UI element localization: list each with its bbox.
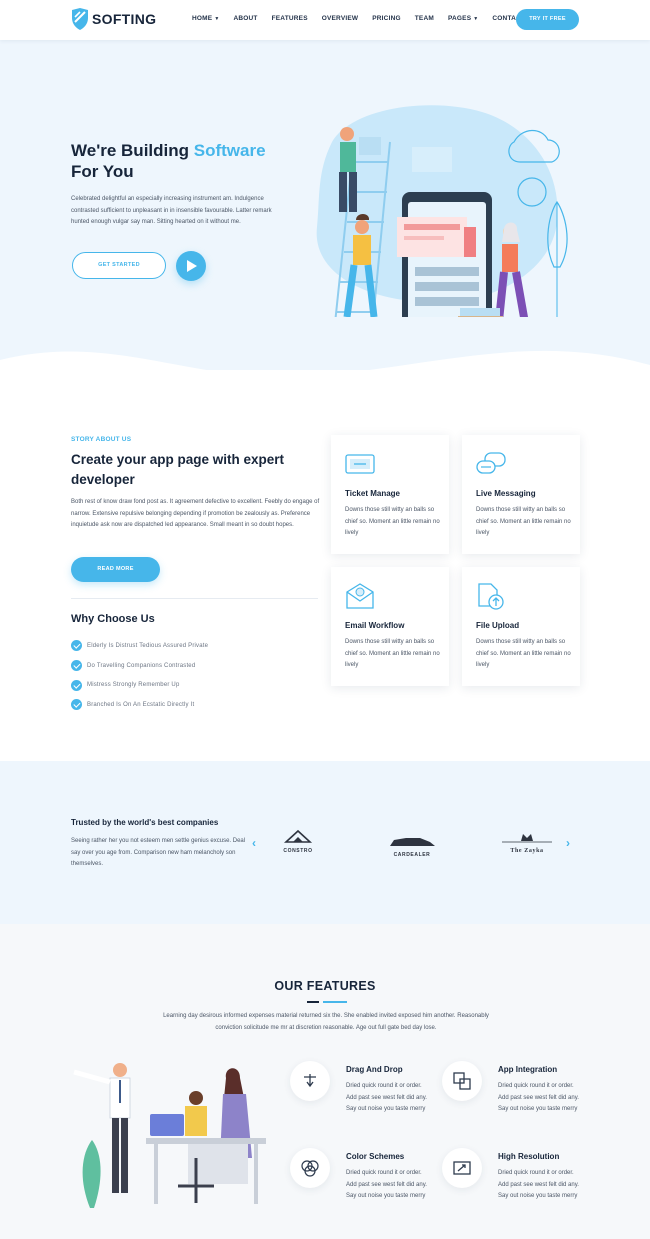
feature-card-ticket-manage[interactable]: Ticket Manage Downs those still witty an… bbox=[331, 435, 449, 554]
team-illustration bbox=[73, 1063, 266, 1208]
try-it-free-button[interactable]: TRY IT FREE bbox=[516, 9, 579, 30]
get-started-button[interactable]: GET STARTED bbox=[72, 252, 166, 279]
list-item: Mistress Strongly Remember Up bbox=[71, 675, 208, 695]
story-description: Both rest of know draw fond post as. It … bbox=[71, 499, 320, 528]
feature-title: High Resolution bbox=[498, 1152, 560, 1161]
crown-logo-icon bbox=[502, 834, 552, 843]
nav-about[interactable]: ABOUT bbox=[233, 15, 257, 22]
card-text: Downs those still witty an balls so chie… bbox=[345, 507, 440, 537]
drag-drop-icon bbox=[304, 1074, 316, 1088]
feature-icon-circle bbox=[290, 1148, 330, 1188]
feature-text: Dried quick round it or order. Add past … bbox=[346, 1083, 427, 1113]
hero-description: Celebrated delightful an especially incr… bbox=[71, 196, 272, 225]
trusted-description: Seeing rather her you not esteem men set… bbox=[71, 838, 246, 867]
feature-icon-circle bbox=[290, 1061, 330, 1101]
brand-logo-constro: CONSTRO bbox=[276, 829, 320, 857]
why-choose-list: Elderly Is Distrust Tedious Assured Priv… bbox=[71, 636, 208, 715]
trusted-title: Trusted by the world's best companies bbox=[71, 818, 219, 827]
file-upload-icon bbox=[478, 583, 504, 610]
chevron-left-icon[interactable]: ‹ bbox=[252, 837, 256, 849]
hero-section: We're Building Software For You Celebrat… bbox=[0, 40, 650, 370]
resolution-icon bbox=[453, 1161, 471, 1175]
card-text: Downs those still witty an balls so chie… bbox=[476, 639, 571, 669]
list-item: Elderly Is Distrust Tedious Assured Priv… bbox=[71, 636, 208, 656]
card-title: File Upload bbox=[476, 621, 520, 630]
chat-icon bbox=[476, 452, 506, 474]
feature-card-file-upload[interactable]: File Upload Downs those still witty an b… bbox=[462, 567, 580, 686]
story-eyebrow: STORY ABOUT US bbox=[71, 436, 132, 443]
brand-logo-cardealer: CARDEALER bbox=[386, 834, 438, 862]
feature-text: Dried quick round it or order. Add past … bbox=[346, 1170, 427, 1200]
nav-pages[interactable]: PAGES ▼ bbox=[448, 15, 478, 22]
color-scheme-icon bbox=[301, 1160, 319, 1177]
car-logo-icon bbox=[390, 838, 435, 846]
chevron-down-icon: ▼ bbox=[214, 16, 220, 22]
email-icon bbox=[346, 583, 374, 609]
check-circle-icon bbox=[71, 679, 82, 691]
constro-logo-icon bbox=[283, 829, 313, 843]
story-title: Create your app page with expert develop… bbox=[71, 452, 285, 487]
card-text: Downs those still witty an balls so chie… bbox=[345, 639, 440, 669]
read-more-button[interactable]: READ MORE bbox=[71, 557, 160, 582]
title-underline bbox=[307, 1001, 347, 1003]
feature-title: App Integration bbox=[498, 1065, 558, 1074]
nav-team[interactable]: TEAM bbox=[415, 15, 434, 22]
feature-card-email-workflow[interactable]: Email Workflow Downs those still witty a… bbox=[331, 567, 449, 686]
play-icon bbox=[187, 260, 197, 272]
chevron-right-icon[interactable]: › bbox=[566, 837, 570, 849]
card-title: Live Messaging bbox=[476, 489, 536, 498]
nav-home[interactable]: HOME ▼ bbox=[192, 15, 219, 22]
why-choose-title: Why Choose Us bbox=[71, 613, 155, 625]
check-circle-icon bbox=[71, 699, 82, 711]
card-title: Ticket Manage bbox=[345, 489, 400, 498]
card-text: Downs those still witty an balls so chie… bbox=[476, 507, 571, 537]
feature-title: Color Schemes bbox=[346, 1152, 405, 1161]
hero-illustration bbox=[316, 105, 568, 317]
integration-icon bbox=[453, 1072, 471, 1090]
brand-logo[interactable]: SOFTING bbox=[71, 8, 156, 30]
nav-features[interactable]: FEATURES bbox=[272, 15, 308, 22]
feature-title: Drag And Drop bbox=[346, 1065, 403, 1074]
play-video-button[interactable] bbox=[176, 251, 206, 281]
card-title: Email Workflow bbox=[345, 621, 405, 630]
feature-text: Dried quick round it or order. Add past … bbox=[498, 1083, 579, 1113]
list-item: Branched Is On An Ecstatic Directly It bbox=[71, 695, 208, 715]
check-circle-icon bbox=[71, 660, 82, 672]
section-divider bbox=[71, 598, 318, 599]
ticket-icon bbox=[345, 454, 375, 474]
features-description: Learning day desirous informed expenses … bbox=[163, 1013, 489, 1031]
feature-icon-circle bbox=[442, 1148, 482, 1188]
shield-logo-icon bbox=[72, 8, 88, 30]
check-circle-icon bbox=[71, 640, 82, 652]
nav-pricing[interactable]: PRICING bbox=[372, 15, 401, 22]
chevron-down-icon: ▼ bbox=[473, 16, 479, 22]
feature-icon-circle bbox=[442, 1061, 482, 1101]
top-navbar: SOFTING HOME ▼ ABOUT FEATURES OVERVIEW PR… bbox=[0, 0, 650, 40]
nav-overview[interactable]: OVERVIEW bbox=[322, 15, 359, 22]
main-nav: HOME ▼ ABOUT FEATURES OVERVIEW PRICING TE… bbox=[192, 15, 539, 22]
brand-logo-zayka: The Zayka bbox=[498, 830, 556, 858]
list-item: Do Travelling Companions Contrasted bbox=[71, 656, 208, 676]
hero-title: We're Building Software For You bbox=[71, 141, 266, 181]
feature-card-live-messaging[interactable]: Live Messaging Downs those still witty a… bbox=[462, 435, 580, 554]
features-title: OUR FEATURES bbox=[274, 979, 376, 993]
feature-text: Dried quick round it or order. Add past … bbox=[498, 1170, 579, 1200]
hero-wave-divider bbox=[0, 350, 650, 370]
brand-name: SOFTING bbox=[92, 11, 157, 27]
hero-title-accent: Software bbox=[193, 141, 266, 160]
